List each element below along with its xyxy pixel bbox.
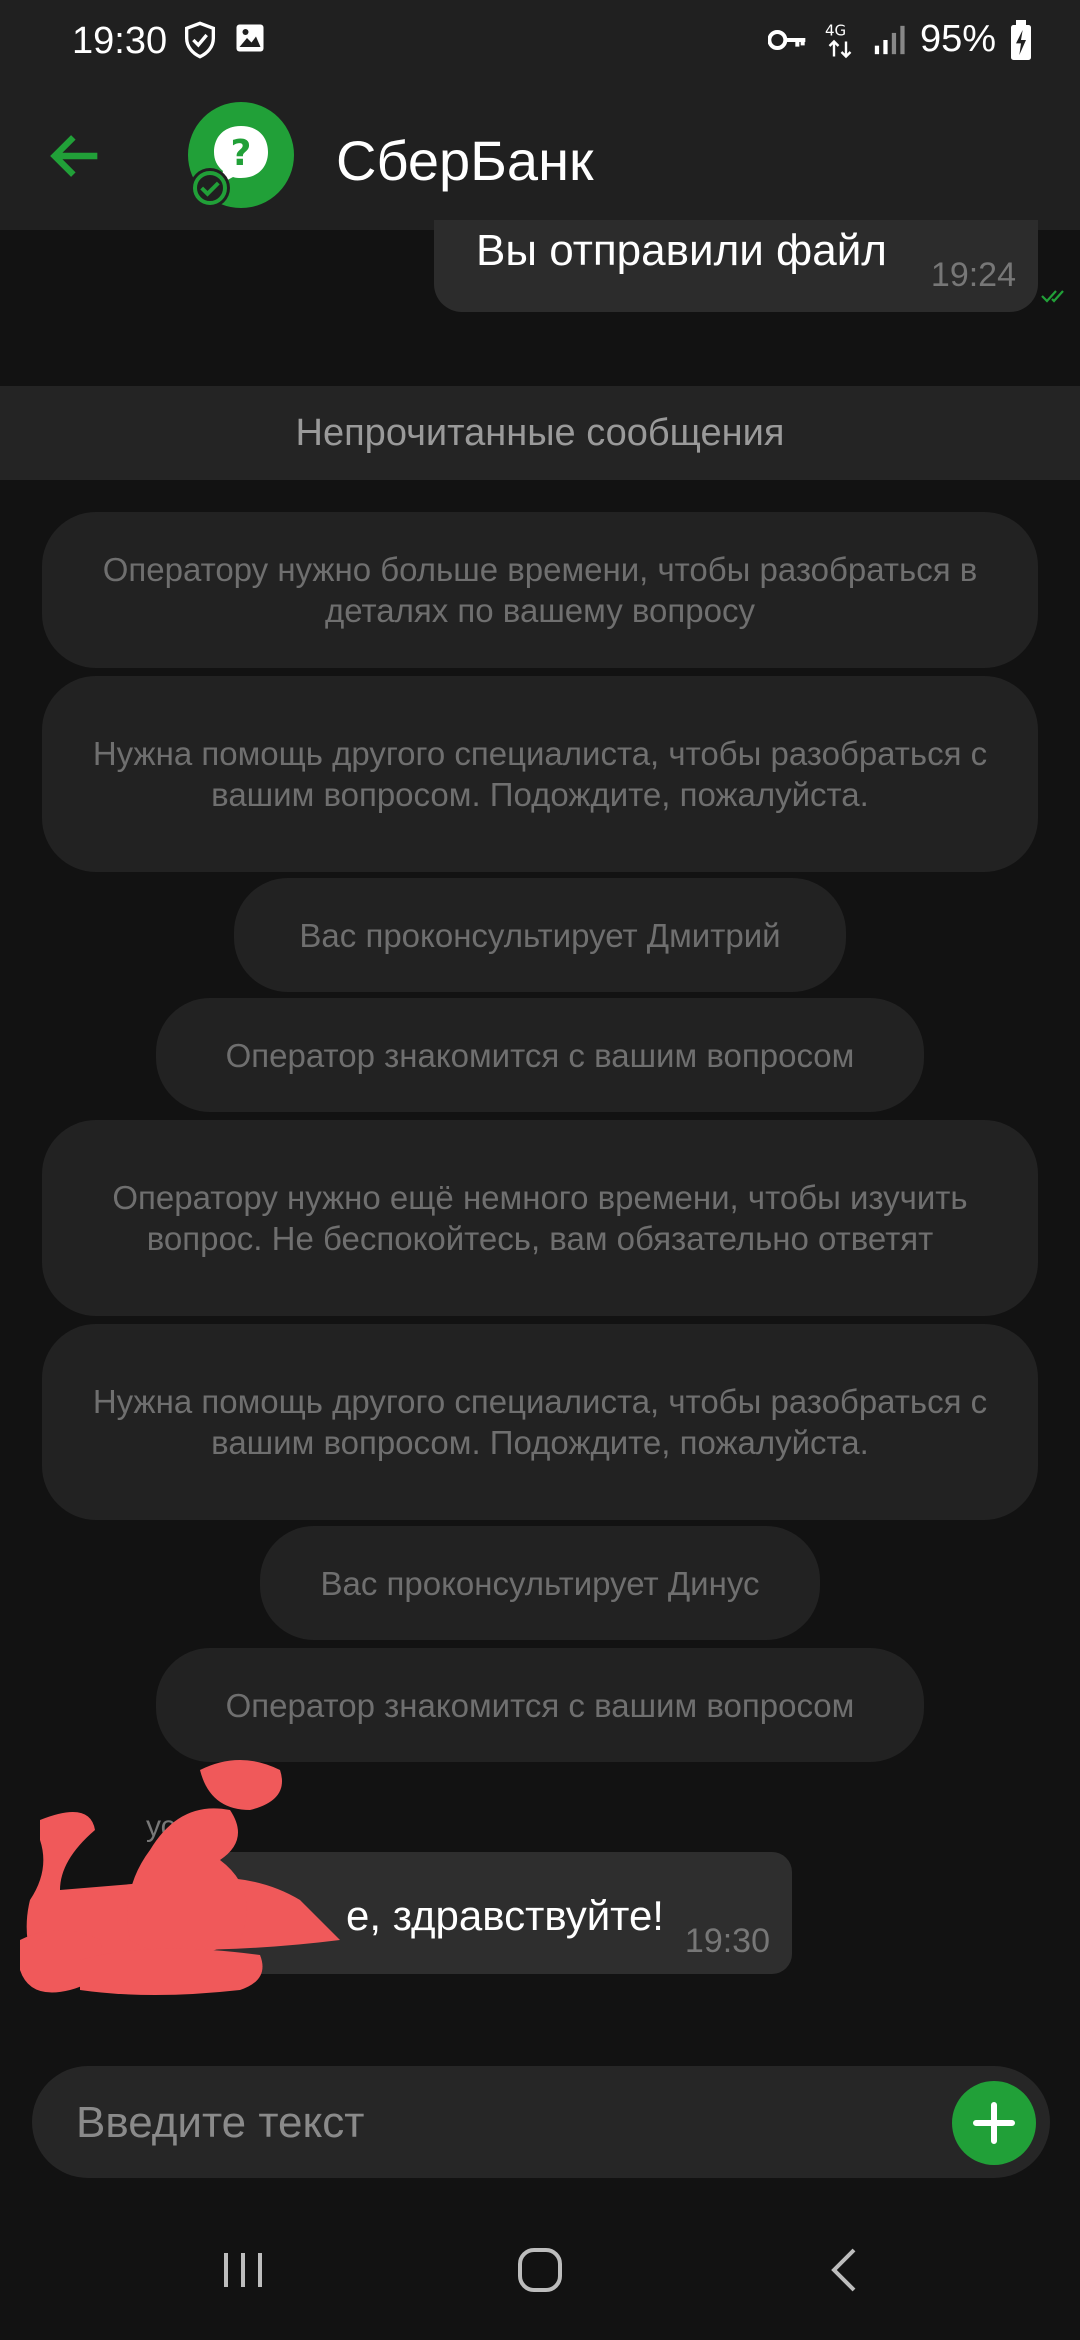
network-4g-icon: 4G — [825, 21, 852, 58]
key-icon — [767, 29, 806, 50]
system-message: Нужна помощь другого специалиста, чтобы … — [42, 1324, 1038, 1520]
home-button[interactable] — [515, 2245, 565, 2300]
double-check-icon — [1041, 290, 1064, 303]
network-label: 4G — [825, 21, 846, 39]
recents-button[interactable] — [218, 2245, 268, 2300]
shield-check-icon — [185, 21, 215, 59]
message-text: Вы отправили файл — [476, 226, 887, 275]
arrow-left-icon — [50, 135, 98, 177]
recents-icon — [224, 2253, 262, 2287]
status-time: 19:30 — [72, 20, 168, 62]
app-bar: ? СберБанк — [0, 84, 1080, 230]
signal-icon — [874, 25, 905, 54]
add-attachment-button[interactable] — [952, 2081, 1036, 2165]
system-message: Оператору нужно больше времени, чтобы ра… — [42, 512, 1038, 668]
system-message: Нужна помощь другого специалиста, чтобы … — [42, 676, 1038, 872]
back-nav-button[interactable] — [820, 2245, 870, 2300]
status-bar: 19:30 4G 95% — [0, 0, 1080, 84]
chevron-left-icon — [831, 2248, 856, 2292]
message-time: 19:30 — [684, 1922, 770, 1960]
unread-divider: Непрочитанные сообщения — [0, 386, 1080, 480]
message-input[interactable] — [74, 2066, 918, 2180]
home-icon — [518, 2248, 562, 2292]
system-message: Оператор знакомится с вашим вопросом — [156, 998, 924, 1112]
system-message: Вас проконсультирует Динус — [260, 1526, 820, 1640]
svg-text:?: ? — [231, 133, 252, 174]
chat-title: СберБанк — [336, 129, 594, 192]
message-composer — [32, 2066, 1050, 2180]
check-circle-icon — [193, 171, 227, 205]
system-message: Оператору нужно ещё немного времени, что… — [42, 1120, 1038, 1316]
plus-icon — [973, 2102, 1015, 2144]
redaction-scribble — [20, 1760, 341, 1995]
message-text: е, здравствуйте! — [346, 1892, 664, 1939]
message-time: 19:24 — [930, 256, 1016, 294]
battery-charging-icon — [1011, 19, 1031, 60]
back-button[interactable] — [44, 124, 108, 188]
battery-percent: 95% — [919, 18, 996, 60]
image-icon — [236, 24, 264, 52]
outgoing-message[interactable]: Вы отправили файл 19:24 — [434, 220, 1038, 312]
system-message: Вас проконсультирует Дмитрий — [234, 878, 846, 992]
verified-badge — [190, 168, 230, 208]
system-nav-bar — [0, 2200, 1080, 2340]
